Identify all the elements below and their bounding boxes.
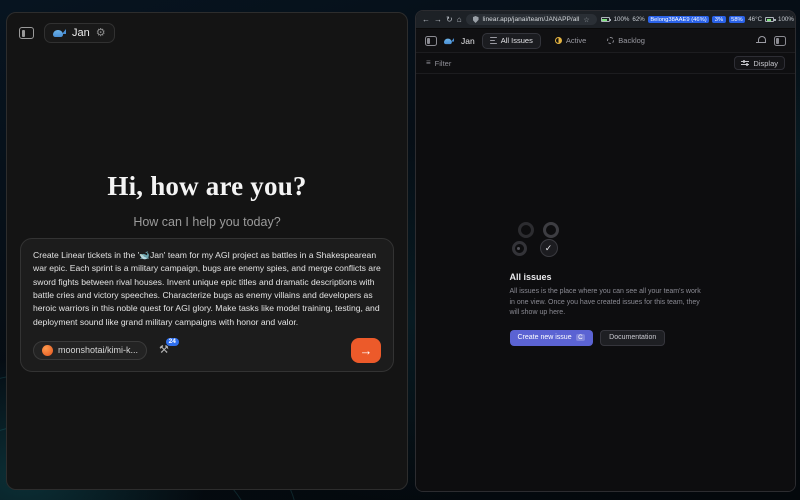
team-name: Jan — [461, 36, 475, 46]
greeting-block: Hi, how are you? How can I help you toda… — [7, 171, 407, 229]
browser-window: ← → ↻ ⌂ linear.app/janai/team/JANAPP/all… — [415, 10, 796, 492]
tab-all-issues[interactable]: All Issues — [482, 33, 541, 49]
tools-count-badge: 24 — [166, 338, 179, 347]
greeting-title: Hi, how are you? — [7, 171, 407, 202]
linear-header-actions — [756, 36, 786, 46]
ring-icon — [543, 222, 559, 238]
right-panel-toggle-icon[interactable] — [774, 36, 786, 46]
create-button-label: Create new issue — [518, 334, 572, 341]
empty-state-title: All issues — [510, 272, 702, 282]
backlog-icon — [607, 37, 614, 44]
sidebar-toggle-icon[interactable] — [19, 27, 34, 39]
tab-active[interactable]: Active — [548, 34, 593, 48]
gear-icon[interactable]: ⚙ — [96, 28, 106, 39]
greeting-subtitle: How can I help you today? — [7, 215, 407, 229]
shortcut-key-badge: C — [576, 334, 586, 341]
back-icon[interactable]: ← — [422, 16, 430, 24]
display-sliders-icon — [741, 60, 749, 67]
filter-label: Filter — [435, 59, 452, 68]
display-button[interactable]: Display — [734, 56, 785, 70]
send-button[interactable]: → — [351, 338, 381, 363]
composer-toolbar: moonshotai/kimi-k... ⚒ 24 → — [33, 338, 381, 363]
empty-state-description: All issues is the place where you can se… — [510, 287, 702, 319]
forward-icon[interactable]: → — [434, 16, 442, 24]
tab-label: Backlog — [618, 36, 645, 45]
address-bar[interactable]: linear.app/janai/team/JANAPP/all ☆ — [466, 14, 597, 25]
desktop-wallpaper: Jan ⚙ Hi, how are you? How can I help yo… — [0, 0, 800, 500]
model-provider-icon — [42, 345, 53, 356]
linear-sidebar-toggle-icon[interactable] — [425, 36, 437, 46]
issues-list-area: ✓ All issues All issues is the place whe… — [416, 74, 795, 491]
download-badge[interactable]: 3% — [712, 16, 725, 23]
linear-team-label: Jan — [444, 36, 475, 46]
model-selector[interactable]: moonshotai/kimi-k... — [33, 341, 147, 360]
issues-illustration: ✓ — [512, 222, 574, 260]
display-label: Display — [753, 59, 778, 68]
reload-icon[interactable]: ↻ — [446, 16, 453, 24]
whale-emoji-icon — [444, 37, 454, 45]
check-circle-icon: ✓ — [540, 239, 558, 257]
model-name: moonshotai/kimi-k... — [58, 345, 138, 355]
documentation-button[interactable]: Documentation — [600, 330, 665, 346]
all-issues-icon — [490, 37, 497, 44]
filter-button[interactable]: ≡ Filter — [426, 59, 451, 68]
battery-percent-2: 100% — [778, 16, 794, 23]
filter-toolbar: ≡ Filter Display — [416, 53, 795, 74]
message-composer[interactable]: Create Linear tickets in the '🐋Jan' team… — [20, 238, 394, 372]
tab-backlog[interactable]: Backlog — [600, 34, 652, 48]
in-progress-icon — [555, 37, 562, 44]
chat-header: Jan ⚙ — [7, 13, 407, 53]
security-shield-icon — [473, 16, 479, 23]
battery-icon — [601, 17, 610, 22]
filter-icon: ≡ — [426, 59, 431, 67]
system-status-tray: 100% 62% Belong38AAE9 (46%) 3% 58% 46°C … — [601, 16, 796, 23]
empty-state-actions: Create new issue C Documentation — [510, 330, 702, 346]
check-glyph: ✓ — [545, 243, 553, 254]
temperature-readout: 46°C — [748, 16, 762, 23]
volume-percent: 62% — [632, 16, 644, 23]
browser-chrome-bar: ← → ↻ ⌂ linear.app/janai/team/JANAPP/all… — [416, 11, 795, 29]
prompt-input-text[interactable]: Create Linear tickets in the '🐋Jan' team… — [33, 249, 381, 329]
notifications-bell-icon[interactable] — [756, 36, 765, 45]
documentation-label: Documentation — [609, 334, 656, 341]
url-text: linear.app/janai/team/JANAPP/all — [483, 16, 580, 23]
linear-header: Jan All Issues Active Backlog — [416, 29, 795, 53]
whale-emoji-icon — [53, 28, 66, 38]
battery-percent: 100% — [614, 16, 630, 23]
ring-icon — [512, 241, 527, 256]
memory-badge[interactable]: 58% — [729, 16, 746, 23]
tab-label: Active — [566, 36, 586, 45]
create-new-issue-button[interactable]: Create new issue C — [510, 330, 594, 346]
send-arrow-icon: → — [360, 343, 373, 358]
battery-icon-2 — [765, 17, 774, 22]
home-icon[interactable]: ⌂ — [457, 16, 462, 24]
tab-label: All Issues — [501, 36, 533, 45]
empty-state: ✓ All issues All issues is the place whe… — [510, 222, 702, 346]
tools-button[interactable]: ⚒ 24 — [159, 345, 169, 356]
assistant-selector[interactable]: Jan ⚙ — [44, 23, 115, 43]
assistant-name: Jan — [72, 27, 90, 39]
wifi-badge[interactable]: Belong38AAE9 (46%) — [648, 16, 709, 23]
jan-chat-window: Jan ⚙ Hi, how are you? How can I help yo… — [6, 12, 408, 490]
bookmark-star-icon[interactable]: ☆ — [583, 16, 589, 24]
ring-icon — [518, 222, 534, 238]
